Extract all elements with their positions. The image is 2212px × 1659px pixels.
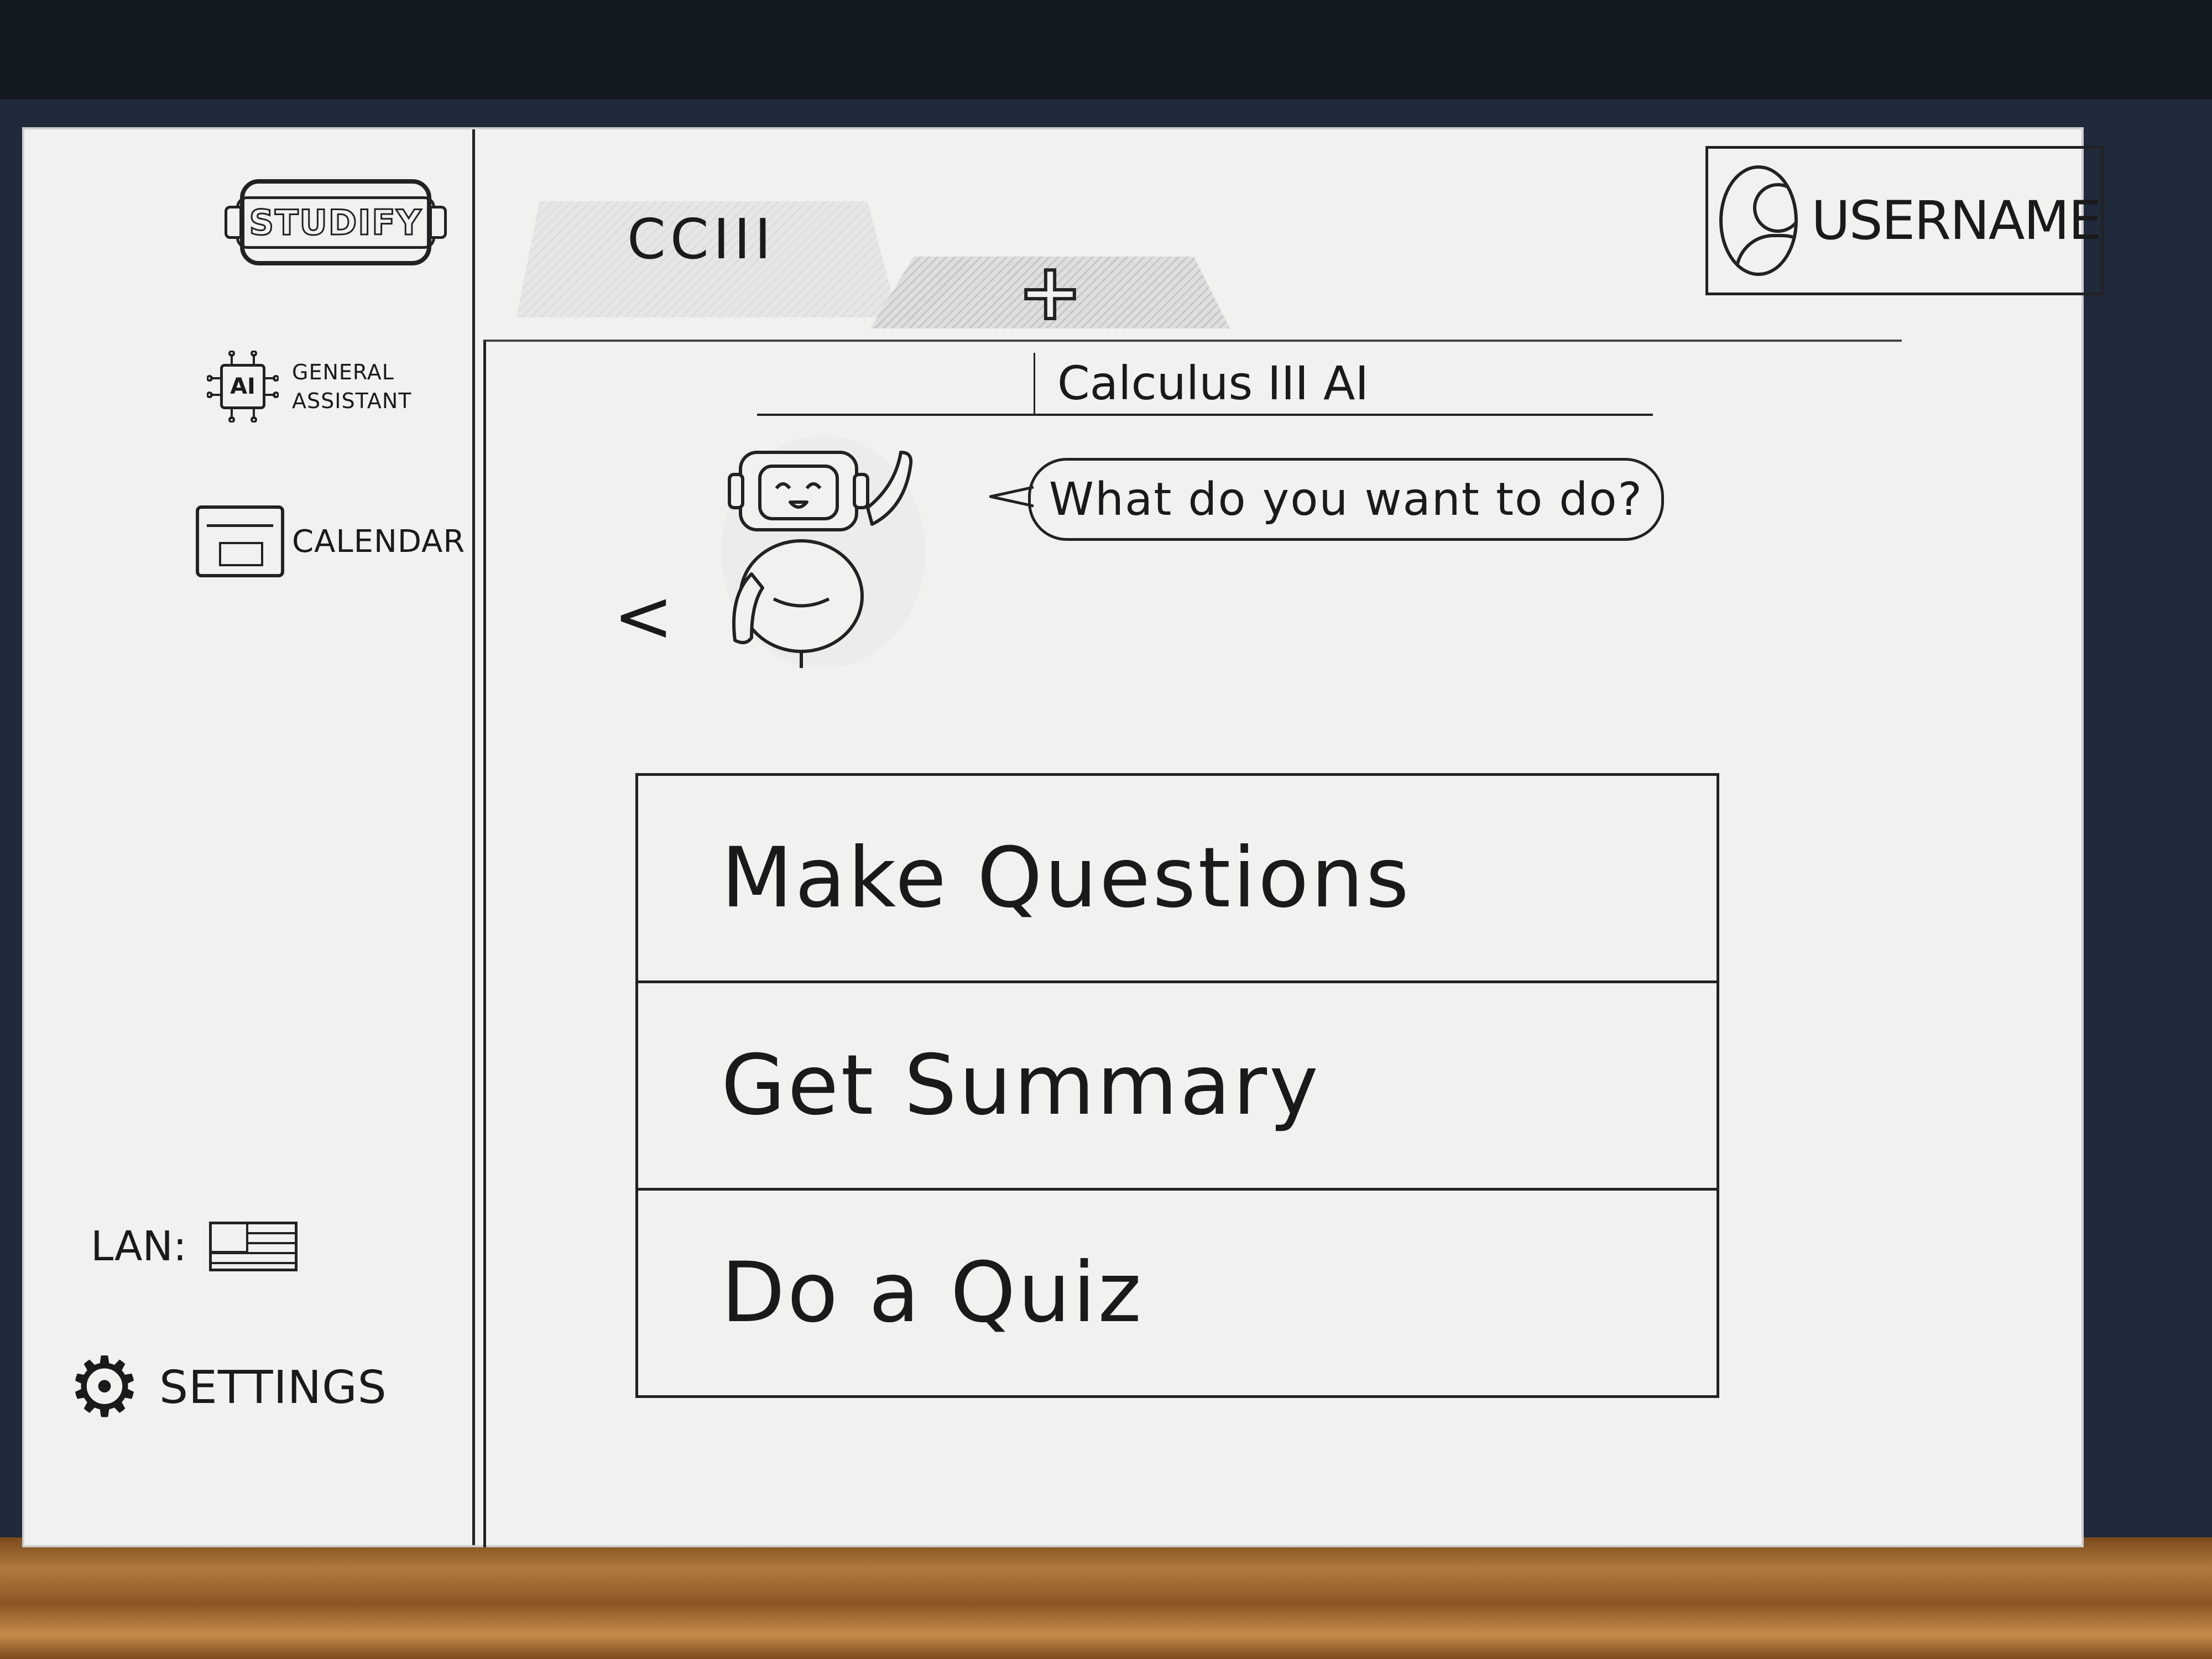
option-label: Do a Quiz (721, 1245, 1144, 1341)
app-window: STUDIFY AI GENERAL ASSISTANT CALENDAR LA… (22, 127, 2104, 1547)
sidebar-item-label: ASSISTANT (292, 389, 412, 413)
add-tab-button[interactable]: + (870, 257, 1230, 328)
calendar-icon-grid (219, 542, 263, 566)
desk-background-top (0, 0, 2212, 100)
option-label: Get Summary (721, 1037, 1321, 1134)
get-summary-button[interactable]: Get Summary (638, 983, 1717, 1191)
plus-icon: + (1016, 247, 1084, 337)
settings-button[interactable]: ⚙ SETTINGS (63, 1346, 387, 1429)
user-profile[interactable]: USERNAME (1705, 146, 2104, 295)
settings-label: SETTINGS (159, 1361, 387, 1414)
make-questions-button[interactable]: Make Questions (638, 776, 1717, 983)
ai-chip-text: AI (220, 364, 265, 409)
back-button[interactable]: < (613, 574, 674, 658)
language-label: LAN: (91, 1223, 187, 1270)
user-avatar-icon (1719, 165, 1798, 276)
language-selector[interactable]: LAN: (91, 1222, 298, 1271)
avatar-body (1735, 234, 1795, 273)
do-a-quiz-button[interactable]: Do a Quiz (638, 1191, 1717, 1398)
robot-mascot-icon (721, 436, 926, 668)
avatar-head (1753, 183, 1795, 233)
logo-text: STUDIFY (236, 196, 435, 249)
assistant-prompt-text: What do you want to do? (1048, 473, 1644, 526)
flag-icon[interactable] (208, 1222, 298, 1271)
speech-bubble-tail (989, 486, 1034, 508)
sidebar-item-calendar[interactable]: CALENDAR (196, 505, 465, 577)
action-options-list: Make Questions Get Summary Do a Quiz (635, 773, 1719, 1398)
sidebar: STUDIFY AI GENERAL ASSISTANT CALENDAR LA… (24, 129, 475, 1545)
assistant-prompt-bubble: What do you want to do? (1028, 458, 1664, 541)
calendar-icon (196, 505, 284, 577)
gear-icon: ⚙ (67, 1339, 142, 1436)
tab-label: CCIII (627, 207, 776, 272)
app-logo[interactable]: STUDIFY (225, 179, 447, 265)
chat-title: Calculus III AI (1034, 353, 1391, 414)
username: USERNAME (1811, 190, 2102, 252)
sidebar-item-label: GENERAL (292, 360, 394, 384)
chat-title-bar: Calculus III AI (757, 353, 1653, 416)
sidebar-item-general-assistant[interactable]: AI GENERAL ASSISTANT (207, 351, 411, 422)
sidebar-item-label: CALENDAR (292, 523, 466, 560)
desk-wood-surface (0, 1537, 2212, 1659)
main-panel: Calculus III AI < What do you want to do… (483, 340, 1902, 1547)
ai-chip-icon: AI (207, 351, 279, 422)
option-label: Make Questions (721, 830, 1411, 926)
